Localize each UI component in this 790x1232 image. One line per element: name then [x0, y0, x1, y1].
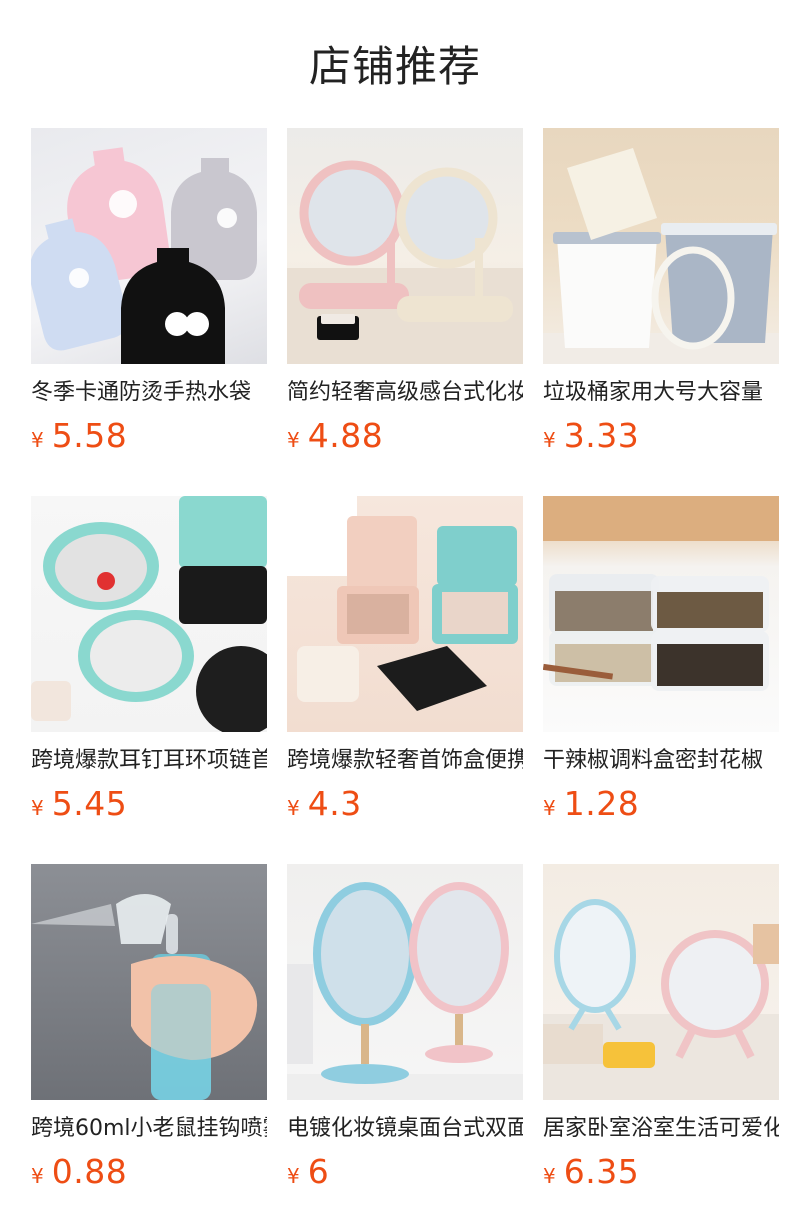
- product-name[interactable]: 电镀化妆镜桌面台式双面镜: [287, 1114, 523, 1144]
- product-price: ¥ 0.88: [31, 1152, 267, 1192]
- price-value: 6: [307, 1152, 330, 1191]
- price-value: 5.45: [51, 784, 128, 823]
- oval-mirror-image[interactable]: [287, 864, 523, 1100]
- product-card[interactable]: 干辣椒调料盒密封花椒 ¥ 1.28: [543, 496, 779, 824]
- product-name[interactable]: 跨境60ml小老鼠挂钩喷雾瓶: [31, 1114, 267, 1144]
- trash-bin-image[interactable]: [543, 128, 779, 364]
- product-card[interactable]: 电镀化妆镜桌面台式双面镜 ¥ 6: [287, 864, 523, 1192]
- currency-symbol: ¥: [31, 428, 44, 452]
- price-value: 5.58: [51, 416, 128, 455]
- currency-symbol: ¥: [543, 428, 556, 452]
- currency-symbol: ¥: [31, 796, 44, 820]
- product-name[interactable]: 跨境爆款耳钉耳环项链首饰盒: [31, 746, 267, 776]
- product-price: ¥ 6: [287, 1152, 523, 1192]
- round-jewelry-box-image[interactable]: [31, 496, 267, 732]
- round-stand-mirror-image[interactable]: [543, 864, 779, 1100]
- product-name[interactable]: 冬季卡通防烫手热水袋: [31, 378, 267, 408]
- price-value: 6.35: [563, 1152, 640, 1191]
- currency-symbol: ¥: [543, 796, 556, 820]
- product-price: ¥ 4.88: [287, 416, 523, 456]
- price-value: 3.33: [563, 416, 640, 455]
- product-name[interactable]: 干辣椒调料盒密封花椒: [543, 746, 779, 776]
- product-name[interactable]: 居家卧室浴室生活可爱化妆镜: [543, 1114, 779, 1144]
- ring-mirror-image[interactable]: [287, 128, 523, 364]
- product-card[interactable]: 简约轻奢高级感台式化妆镜 ¥ 4.88: [287, 128, 523, 456]
- page-title: 店铺推荐: [308, 41, 481, 91]
- currency-symbol: ¥: [287, 796, 300, 820]
- currency-symbol: ¥: [31, 1164, 44, 1188]
- product-card[interactable]: 居家卧室浴室生活可爱化妆镜 ¥ 6.35: [543, 864, 779, 1192]
- product-card[interactable]: 跨境爆款轻奢首饰盒便携 ¥ 4.3: [287, 496, 523, 824]
- hot-water-bottle-image[interactable]: [31, 128, 267, 364]
- product-price: ¥ 3.33: [543, 416, 779, 456]
- currency-symbol: ¥: [287, 428, 300, 452]
- currency-symbol: ¥: [543, 1164, 556, 1188]
- header: 店铺推荐: [0, 0, 790, 128]
- product-name[interactable]: 简约轻奢高级感台式化妆镜: [287, 378, 523, 408]
- product-price: ¥ 1.28: [543, 784, 779, 824]
- product-card[interactable]: 跨境爆款耳钉耳环项链首饰盒 ¥ 5.45: [31, 496, 267, 824]
- spray-bottle-image[interactable]: [31, 864, 267, 1100]
- product-name[interactable]: 跨境爆款轻奢首饰盒便携: [287, 746, 523, 776]
- product-price: ¥ 5.45: [31, 784, 267, 824]
- product-card[interactable]: 垃圾桶家用大号大容量 ¥ 3.33: [543, 128, 779, 456]
- price-value: 4.88: [307, 416, 384, 455]
- product-price: ¥ 4.3: [287, 784, 523, 824]
- product-card[interactable]: 冬季卡通防烫手热水袋 ¥ 5.58: [31, 128, 267, 456]
- product-price: ¥ 5.58: [31, 416, 267, 456]
- price-value: 1.28: [563, 784, 640, 823]
- square-jewelry-box-image[interactable]: [287, 496, 523, 732]
- product-card[interactable]: 跨境60ml小老鼠挂钩喷雾瓶 ¥ 0.88: [31, 864, 267, 1192]
- product-name[interactable]: 垃圾桶家用大号大容量: [543, 378, 779, 408]
- product-price: ¥ 6.35: [543, 1152, 779, 1192]
- currency-symbol: ¥: [287, 1164, 300, 1188]
- price-value: 0.88: [51, 1152, 128, 1191]
- price-value: 4.3: [307, 784, 362, 823]
- seasoning-box-image[interactable]: [543, 496, 779, 732]
